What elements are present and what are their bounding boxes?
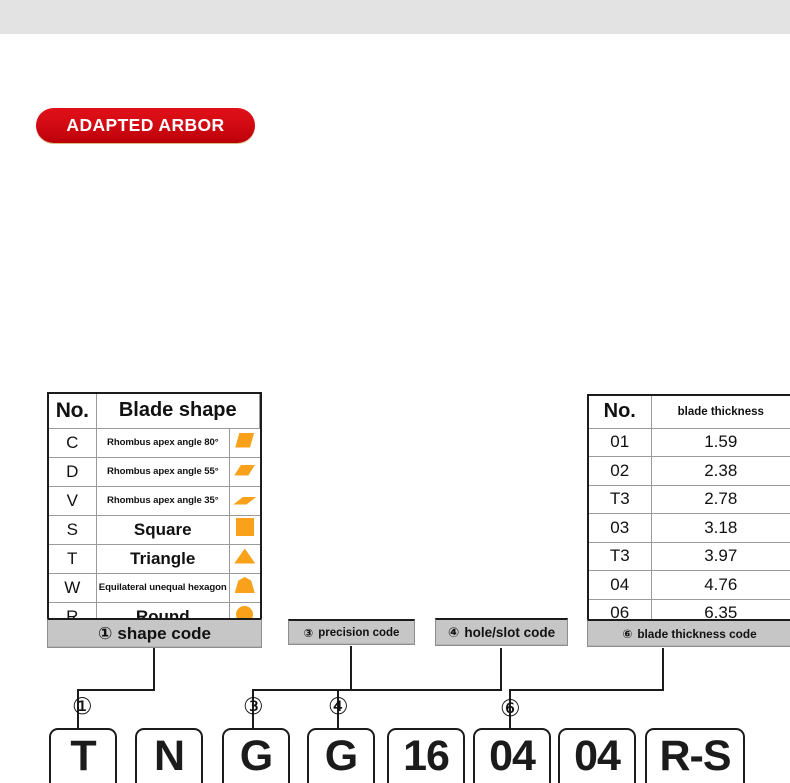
thickness-value-01: 1.59: [650, 427, 790, 457]
table-row: T3 3.97: [589, 541, 790, 571]
thickness-value-t3a: 2.78: [650, 484, 790, 514]
shape-desc-s: Square: [95, 514, 230, 545]
code-box-5[interactable]: 16: [387, 728, 465, 783]
code-box-2[interactable]: N: [135, 728, 203, 783]
shape-icon-cell: [229, 427, 260, 458]
code-box-7-value: 04: [574, 732, 621, 780]
shape-desc-d: Rhombus apex angle 55°: [95, 456, 230, 487]
adapted-arbor-badge-label: ADAPTED ARBOR: [66, 115, 225, 135]
table-row: 03 3.18: [589, 513, 790, 543]
shape-code-d: D: [49, 456, 97, 487]
rhombus-55-icon: [234, 464, 256, 476]
thickness-value-03: 3.18: [650, 513, 790, 543]
shape-header-shape: Blade shape: [95, 394, 260, 429]
thickness-code-t3b: T3: [589, 541, 652, 571]
connector-thickness-code: [509, 648, 664, 728]
shape-icon-cell: [229, 543, 260, 574]
shape-desc-c: Rhombus apex angle 80°: [95, 427, 230, 458]
table-row: D Rhombus apex angle 55°: [49, 456, 260, 487]
shape-code-c: C: [49, 427, 97, 458]
table-row: S Square: [49, 514, 260, 545]
thickness-code-04: 04: [589, 570, 652, 600]
rhombus-80-icon: [235, 432, 255, 448]
table-row: 04 4.76: [589, 570, 790, 600]
connector-hole-slot-code: [337, 648, 502, 728]
shape-code-v: V: [49, 485, 97, 516]
shape-icon-cell: [229, 456, 260, 487]
precision-code-bar-number: ③: [303, 627, 314, 640]
top-gray-bar: [0, 0, 790, 34]
code-box-3-value: G: [239, 732, 273, 780]
thickness-code-03: 03: [589, 513, 652, 543]
table-header-row: No. blade thickness: [589, 396, 790, 429]
blade-thickness-code-bar-label: blade thickness code: [637, 626, 757, 641]
adapted-arbor-badge[interactable]: ADAPTED ARBOR: [36, 108, 255, 143]
thickness-code-01: 01: [589, 427, 652, 457]
table-header-row: No. Blade shape: [49, 394, 260, 429]
code-box-1[interactable]: T: [49, 728, 117, 783]
square-icon: [235, 518, 254, 536]
triangle-icon: [234, 548, 256, 564]
code-box-2-value: N: [153, 732, 185, 780]
table-row: T Triangle: [49, 543, 260, 574]
shape-code-w: W: [49, 572, 97, 603]
thickness-value-t3b: 3.97: [650, 541, 790, 571]
blade-thickness-code-bar-number: ⑥: [622, 626, 633, 641]
hole-slot-code-bar-number: ④: [447, 624, 460, 640]
hole-slot-code-bar[interactable]: ④ hole/slot code: [435, 618, 568, 646]
thickness-header-no: No.: [589, 396, 652, 429]
code-box-8[interactable]: R-S: [645, 728, 745, 783]
blade-shape-table: No. Blade shape C Rhombus apex angle 80°…: [47, 392, 262, 634]
shape-code-bar-label: shape code: [117, 623, 211, 643]
rhombus-35-icon: [233, 497, 257, 505]
callout-number-six: ⑥: [500, 696, 521, 722]
watermark-text: [280, 548, 460, 590]
table-row: W Equilateral unequal hexagon: [49, 572, 260, 603]
table-row: T3 2.78: [589, 484, 790, 514]
code-box-5-value: 16: [403, 732, 450, 780]
table-row: V Rhombus apex angle 35°: [49, 485, 260, 516]
precision-code-bar[interactable]: ③ precision code: [288, 619, 415, 645]
shape-code-t: T: [49, 543, 97, 574]
thickness-code-02: 02: [589, 456, 652, 486]
shape-desc-t: Triangle: [95, 543, 230, 574]
precision-code-bar-label: precision code: [318, 626, 400, 639]
thickness-value-04: 4.76: [650, 570, 790, 600]
shape-desc-v: Rhombus apex angle 35°: [95, 485, 230, 516]
shape-desc-w: Equilateral unequal hexagon: [95, 572, 230, 603]
code-box-4[interactable]: G: [307, 728, 375, 783]
shape-code-s: S: [49, 514, 97, 545]
shape-icon-cell: [229, 572, 260, 603]
shape-icon-cell: [229, 485, 260, 516]
hexagon-icon: [234, 577, 255, 593]
shape-icon-cell: [229, 514, 260, 545]
code-box-7[interactable]: 04: [558, 728, 636, 783]
callout-number-one: ①: [72, 694, 93, 720]
code-box-4-value: G: [324, 732, 358, 780]
blade-thickness-table: No. blade thickness 01 1.59 02 2.38 T3 2…: [587, 394, 790, 630]
code-box-6-value: 04: [489, 732, 536, 780]
thickness-header-thickness: blade thickness: [650, 396, 790, 429]
table-row: C Rhombus apex angle 80°: [49, 427, 260, 458]
callout-number-three: ③: [243, 694, 264, 720]
table-row: 01 1.59: [589, 427, 790, 457]
callout-number-four: ④: [328, 694, 349, 720]
table-row: 02 2.38: [589, 456, 790, 486]
code-box-3[interactable]: G: [222, 728, 290, 783]
hole-slot-code-bar-label: hole/slot code: [464, 625, 556, 640]
thickness-code-t3a: T3: [589, 484, 652, 514]
blade-thickness-code-bar[interactable]: ⑥ blade thickness code: [587, 619, 790, 647]
shape-code-bar-number: ①: [98, 623, 113, 643]
thickness-value-02: 2.38: [650, 456, 790, 486]
code-box-6[interactable]: 04: [473, 728, 551, 783]
connector-lines: [0, 640, 790, 735]
shape-code-bar[interactable]: ① shape code: [47, 618, 262, 648]
code-box-8-value: R-S: [659, 732, 731, 780]
code-box-1-value: T: [70, 732, 96, 780]
page-root: ADAPTED ARBOR No. Blade shape C Rhombus …: [0, 0, 790, 783]
shape-header-no: No.: [49, 394, 97, 429]
